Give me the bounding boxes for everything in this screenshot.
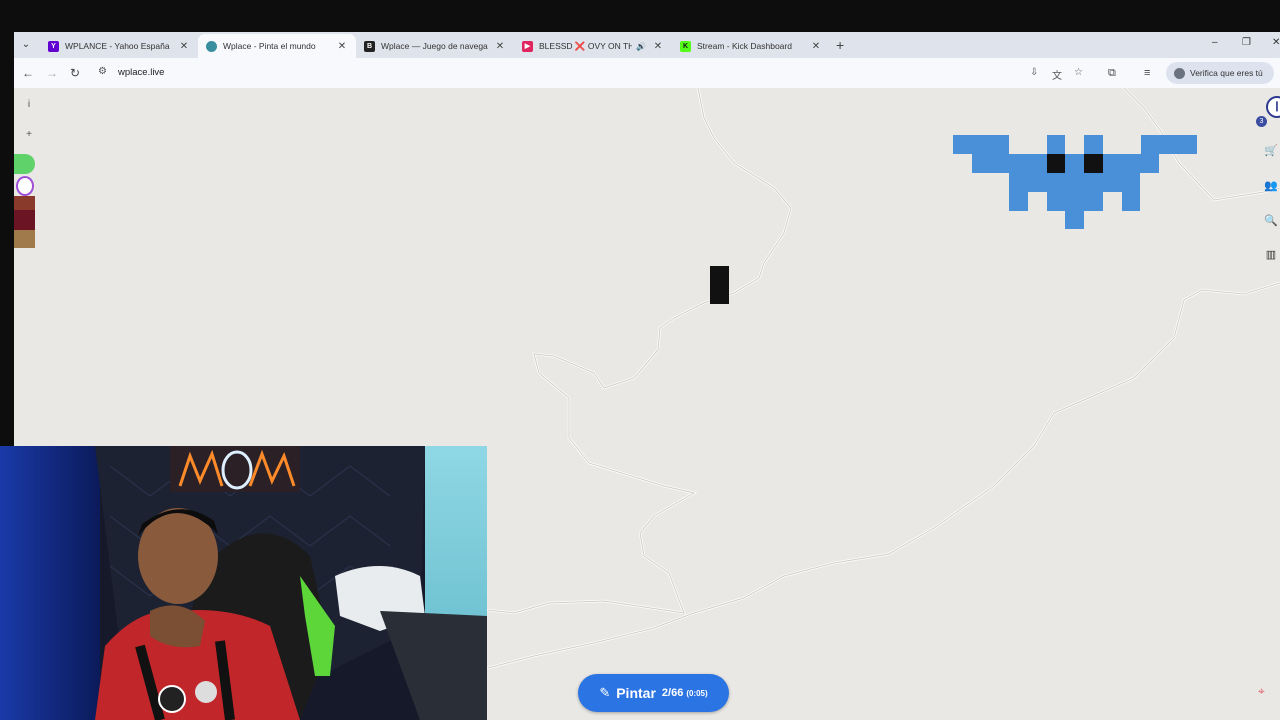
speaker-icon[interactable]: 🔊 bbox=[636, 42, 646, 51]
install-app-icon[interactable]: ⇩ bbox=[1030, 67, 1038, 78]
tab-title: Wplace - Pinta el mundo bbox=[223, 41, 316, 51]
top-black-bar bbox=[0, 0, 1280, 32]
close-icon[interactable]: ✕ bbox=[336, 41, 348, 52]
info-icon[interactable]: i bbox=[20, 96, 38, 114]
tab-youtube[interactable]: ▶ BLESSD ❌ OVY ON THE DRUMS 🔊 ✕ bbox=[514, 34, 672, 58]
close-icon[interactable]: ✕ bbox=[178, 41, 190, 52]
cooldown-timer: (0:05) bbox=[686, 688, 708, 698]
extensions-icon[interactable]: ⧉ bbox=[1108, 65, 1116, 81]
b-icon: B bbox=[364, 40, 375, 52]
close-icon[interactable]: ✕ bbox=[494, 41, 506, 52]
verify-label: Verifica que eres tú bbox=[1190, 68, 1263, 78]
globe-icon bbox=[206, 40, 217, 52]
pixel-count: 2/66 bbox=[661, 687, 684, 699]
tab-search-chevron-icon[interactable]: ⌄ bbox=[18, 37, 34, 53]
bat-pixel-art bbox=[953, 135, 1197, 229]
browser-toolbar: ← → ↻ ⚙ wplace.live ⇩ 文 ☆ ⧉ ≡ Verifica q… bbox=[14, 58, 1280, 88]
yahoo-icon: Y bbox=[48, 40, 59, 52]
tab-title: Stream - Kick Dashboard bbox=[697, 41, 792, 51]
close-icon[interactable]: ✕ bbox=[652, 41, 664, 52]
twitch-icon[interactable] bbox=[16, 176, 34, 196]
notification-badge: 3 bbox=[1256, 116, 1267, 127]
leaderboard-icon[interactable]: ▥ bbox=[1262, 246, 1280, 264]
tab-title: BLESSD ❌ OVY ON THE DRUMS bbox=[539, 40, 633, 51]
site-settings-icon[interactable]: ⚙ bbox=[98, 66, 107, 77]
verify-profile-button[interactable]: Verifica que eres tú bbox=[1166, 62, 1274, 84]
users-icon[interactable]: 👥 bbox=[1262, 177, 1280, 195]
pintar-label: Pintar bbox=[616, 685, 656, 701]
bookmark-star-icon[interactable]: ☆ bbox=[1074, 67, 1083, 78]
location-icon[interactable]: ⌖ bbox=[1258, 684, 1265, 699]
screen: ⌄ Y WPLANCE - Yahoo España Res... ✕ Wpla… bbox=[0, 0, 1280, 720]
search-map-icon[interactable]: 🔍 bbox=[1262, 212, 1280, 230]
palette-color[interactable] bbox=[14, 196, 35, 210]
back-icon[interactable]: ← bbox=[22, 65, 34, 81]
window-close-icon[interactable]: ✕ bbox=[1272, 37, 1280, 48]
address-bar[interactable]: ⚙ wplace.live ⇩ 文 ☆ bbox=[94, 62, 1262, 84]
minimize-icon[interactable]: – bbox=[1212, 37, 1218, 48]
reading-list-icon[interactable]: ≡ bbox=[1144, 65, 1150, 81]
tab-title: WPLANCE - Yahoo España Res... bbox=[65, 41, 172, 51]
brush-icon: ✎ bbox=[599, 685, 611, 700]
close-icon[interactable]: ✕ bbox=[810, 41, 822, 52]
forward-icon[interactable]: → bbox=[46, 65, 58, 81]
painted-pixel bbox=[710, 266, 729, 304]
webcam-overlay bbox=[0, 446, 487, 720]
url-text: wplace.live bbox=[118, 67, 165, 78]
tab-title: Wplace — Juego de navegador... bbox=[381, 41, 488, 51]
store-cart-icon[interactable]: 🛒 bbox=[1262, 142, 1280, 160]
browser-menu-icon[interactable]: ⋮ bbox=[1276, 66, 1280, 79]
palette-color[interactable] bbox=[14, 230, 35, 248]
reload-icon[interactable]: ↻ bbox=[70, 65, 80, 81]
profile-avatar-icon bbox=[1174, 67, 1185, 79]
zoom-in-button[interactable]: + bbox=[20, 126, 38, 144]
tab-yahoo[interactable]: Y WPLANCE - Yahoo España Res... ✕ bbox=[40, 34, 198, 58]
youtube-icon: ▶ bbox=[522, 40, 533, 52]
palette-color[interactable] bbox=[14, 210, 35, 230]
tab-wplace-active[interactable]: Wplace - Pinta el mundo ✕ bbox=[198, 34, 356, 58]
restore-icon[interactable]: ❐ bbox=[1242, 37, 1251, 48]
new-tab-button[interactable]: + bbox=[836, 36, 844, 54]
palette-color[interactable] bbox=[14, 154, 35, 174]
kick-icon: K bbox=[680, 40, 691, 52]
translate-icon[interactable]: 文 bbox=[1052, 67, 1062, 82]
tab-wplace-juego[interactable]: B Wplace — Juego de navegador... ✕ bbox=[356, 34, 514, 58]
left-black-strip bbox=[0, 32, 14, 446]
tab-kick[interactable]: K Stream - Kick Dashboard ✕ bbox=[672, 34, 830, 58]
tab-strip: ⌄ Y WPLANCE - Yahoo España Res... ✕ Wpla… bbox=[14, 32, 1280, 58]
pintar-button[interactable]: ✎ Pintar 2/66 (0:05) bbox=[578, 674, 729, 712]
